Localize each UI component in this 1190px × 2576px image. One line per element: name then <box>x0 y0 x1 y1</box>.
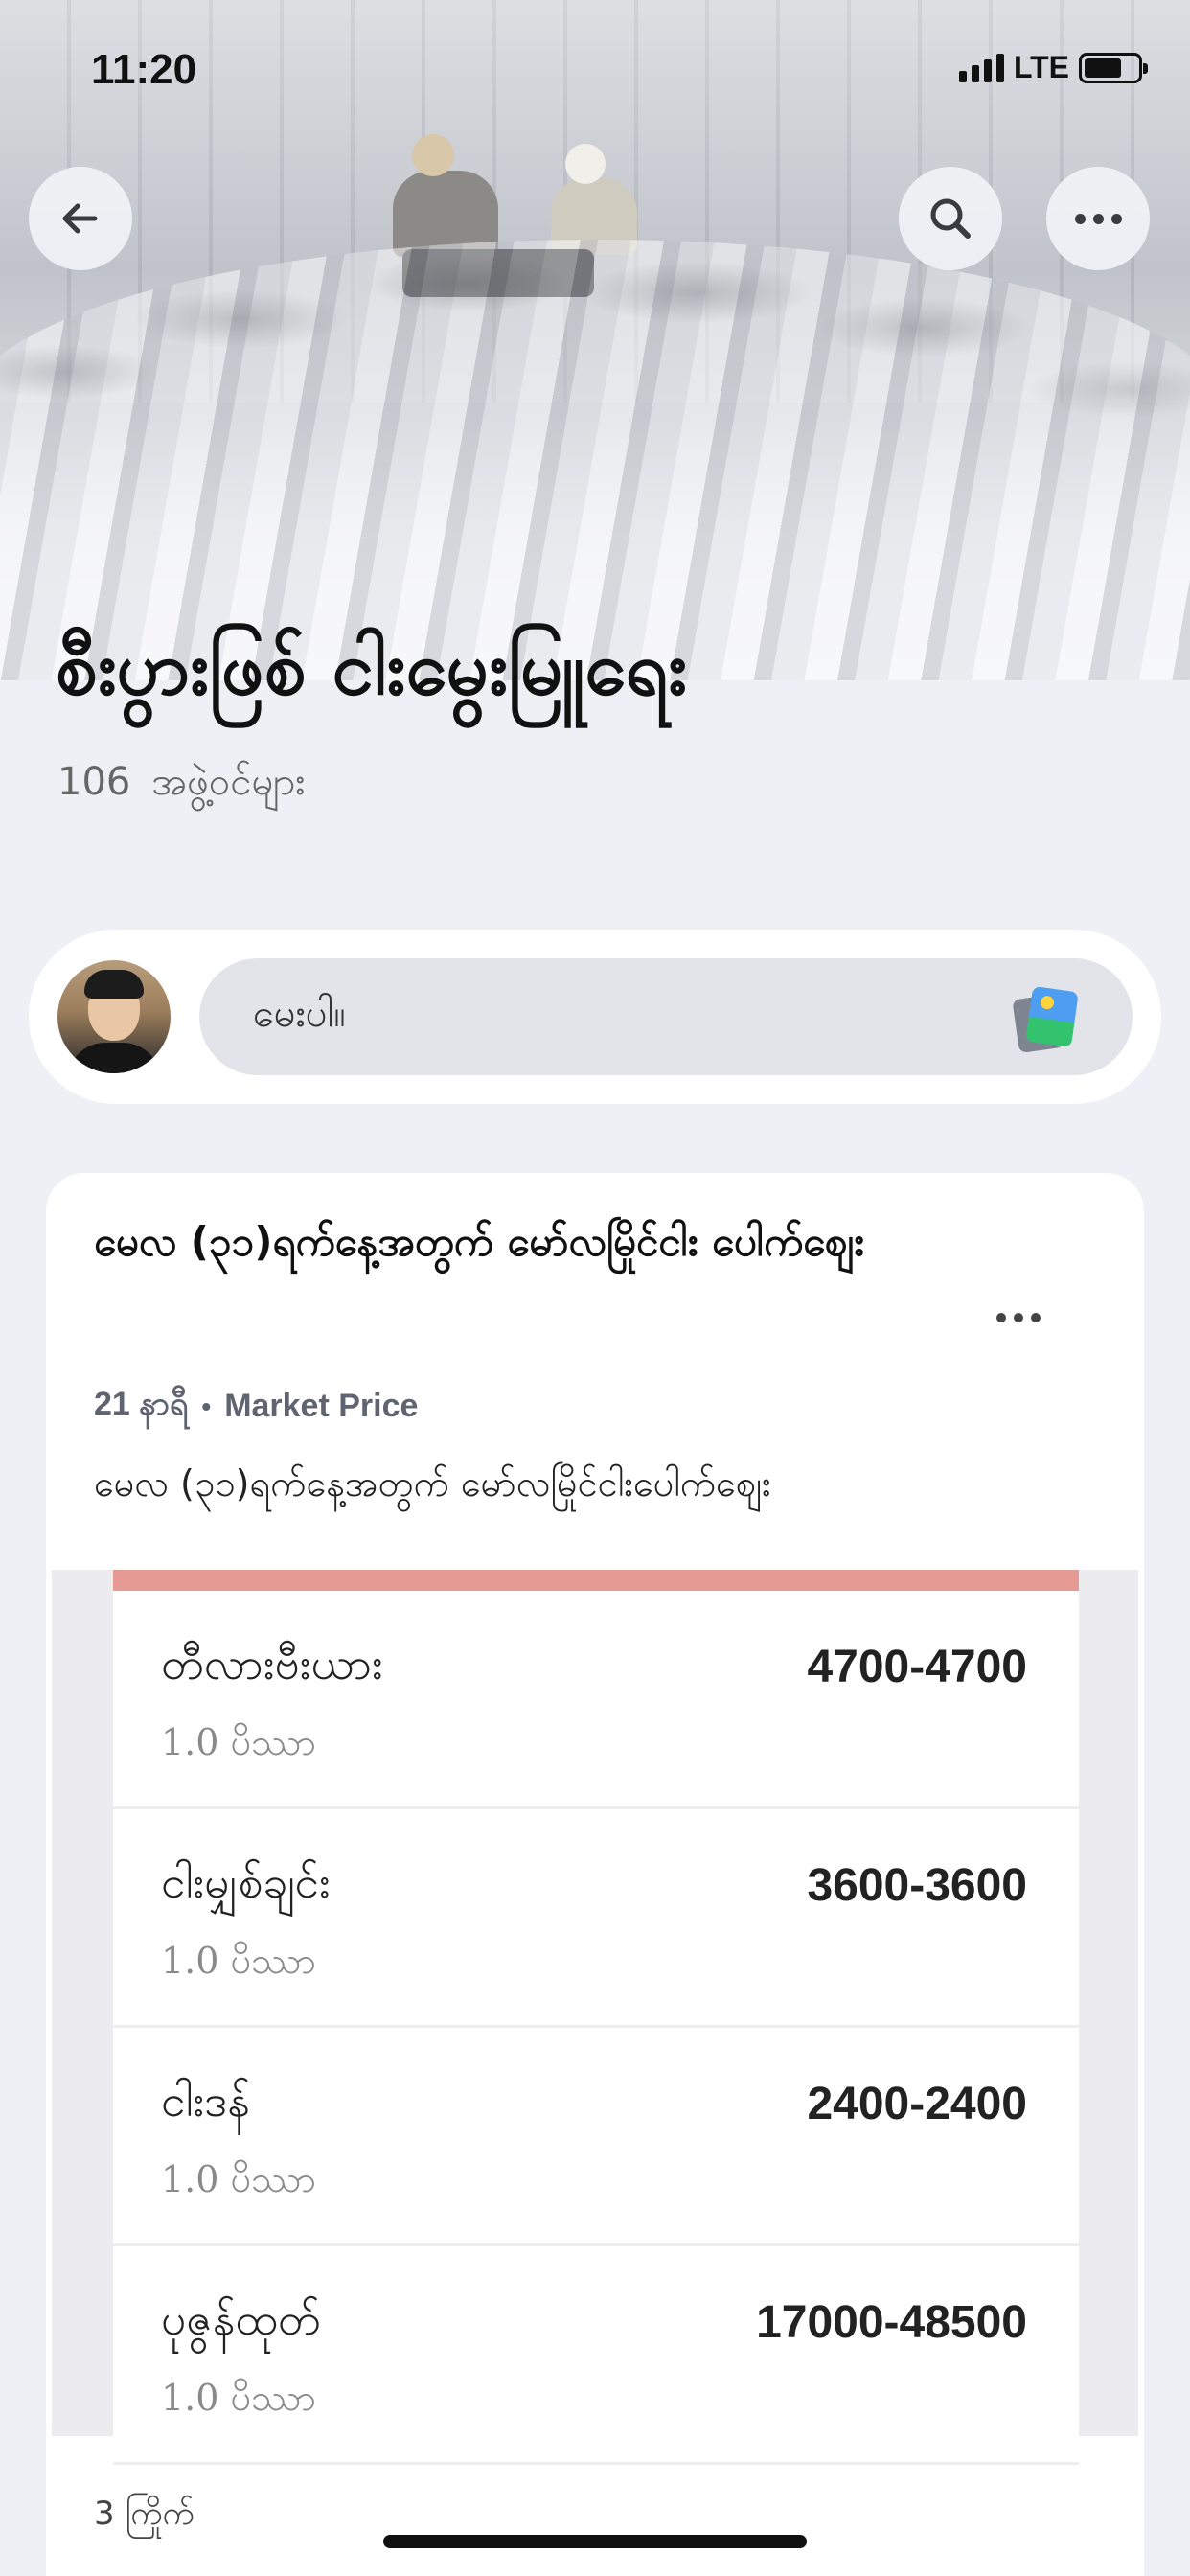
member-count[interactable]: 106 အဖွဲ့ဝင်များ <box>57 757 305 814</box>
status-indicators: LTE <box>958 50 1148 85</box>
price-panel: တီလားဗီးယား 1.0 ပိဿာ 4700-4700 ငါးမျှစ်ခ… <box>113 1570 1079 2465</box>
post-card[interactable]: မေလ (၃၁)ရက်နေ့အတွက် မော်လမြိုင်ငါး ပေါက်… <box>46 1173 1144 2576</box>
member-count-number: 106 <box>57 760 131 804</box>
battery-icon <box>1079 52 1148 83</box>
ask-input[interactable]: မေးပါ။ <box>199 958 1133 1075</box>
item-price: 2400-2400 <box>807 2079 1027 2129</box>
more-options-button[interactable] <box>1046 167 1150 270</box>
post-composer: မေးပါ။ <box>29 930 1161 1104</box>
fish-pile-image <box>0 240 1190 680</box>
item-price: 3600-3600 <box>807 1860 1027 1911</box>
search-icon <box>930 198 971 239</box>
item-unit: 1.0 ပိဿာ <box>161 2158 317 2200</box>
status-time: 11:20 <box>91 46 197 93</box>
group-title: စီးပွားဖြစ် ငါးမွေးမြူရေး <box>56 626 688 712</box>
item-name: ပုဇွန်ထုတ် <box>161 2293 321 2345</box>
back-button[interactable] <box>29 167 132 270</box>
item-name: ငါးမျှစ်ချင်း <box>161 1856 331 1908</box>
more-icon <box>996 1313 1041 1322</box>
home-indicator[interactable] <box>383 2535 807 2548</box>
item-unit: 1.0 ပိဿာ <box>161 2377 317 2419</box>
arrow-left-icon <box>62 203 98 234</box>
more-icon <box>1074 213 1122 224</box>
item-name: တီလားဗီးယား <box>161 1638 383 1690</box>
post-time: 21 နာရီ <box>94 1386 189 1422</box>
post-topic[interactable]: Market Price <box>224 1388 418 1425</box>
item-unit: 1.0 ပိဿာ <box>161 1721 317 1763</box>
ask-placeholder: မေးပါ။ <box>253 991 346 1036</box>
member-count-label: အဖွဲ့ဝင်များ <box>151 760 306 804</box>
post-body: မေလ (၃၁)ရက်နေ့အတွက် မော်လမြိုင်ငါးပေါက်စ… <box>94 1462 771 1505</box>
item-price: 17000-48500 <box>756 2297 1027 2348</box>
post-meta: 21 နာရီ • Market Price <box>94 1382 418 1431</box>
post-more-button[interactable] <box>996 1313 1041 1322</box>
signal-icon <box>958 53 1004 82</box>
price-list-image[interactable]: တီလားဗီးယား 1.0 ပိဿာ 4700-4700 ငါးမျှစ်ခ… <box>52 1570 1138 2465</box>
meta-separator: • <box>201 1391 212 1421</box>
photo-icon[interactable] <box>1012 983 1079 1054</box>
price-row: ပုဇွန်ထုတ် 1.0 ပိဿာ 17000-48500 <box>113 2246 1079 2465</box>
post-title[interactable]: မေလ (၃၁)ရက်နေ့အတွက် မော်လမြိုင်ငါး ပေါက်… <box>94 1202 956 1282</box>
price-row: တီလားဗီးယား 1.0 ပိဿာ 4700-4700 <box>113 1591 1079 1809</box>
item-unit: 1.0 ပိဿာ <box>161 1940 317 1982</box>
avatar[interactable] <box>57 960 171 1073</box>
item-name: ငါးဒန် <box>161 2075 250 2127</box>
network-label: LTE <box>1013 50 1069 84</box>
item-price: 4700-4700 <box>807 1642 1027 1692</box>
price-row: ငါးမျှစ်ချင်း 1.0 ပိဿာ 3600-3600 <box>113 1809 1079 2028</box>
group-screen: 11:20 LTE စီးပွားဖြစ် ငါးမွေးမြူရေး 106 အ… <box>0 0 1190 2576</box>
price-row: ငါးဒန် 1.0 ပိဿာ 2400-2400 <box>113 2028 1079 2246</box>
search-button[interactable] <box>899 167 1002 270</box>
reaction-count[interactable]: 3 ကြိုက် <box>94 2492 195 2541</box>
